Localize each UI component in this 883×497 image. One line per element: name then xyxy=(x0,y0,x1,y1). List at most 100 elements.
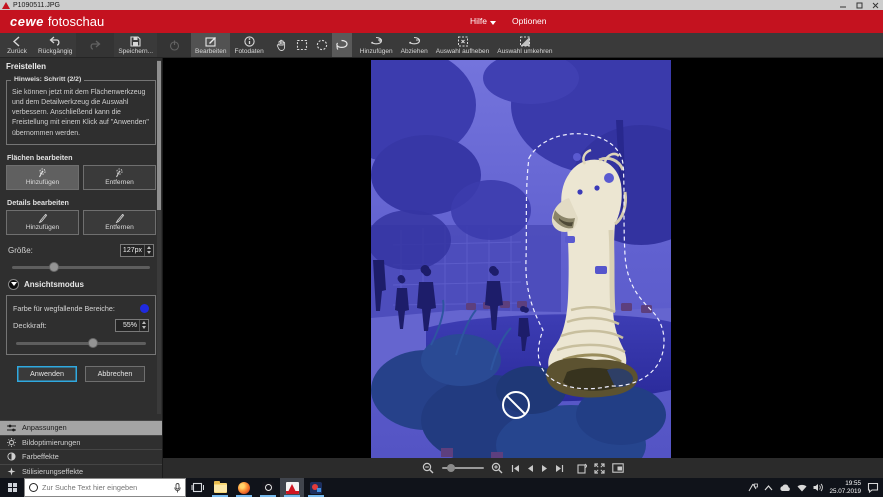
section-stilisierungseffekte[interactable]: Stilisierungseffekte xyxy=(0,464,162,479)
pen-add-icon xyxy=(37,213,48,223)
viewmode-groupbox: Farbe für wegfallende Bereiche: Deckkraf… xyxy=(6,295,156,355)
taskbar-firefox[interactable] xyxy=(232,478,256,497)
network-icon[interactable] xyxy=(797,484,807,492)
cewe-app-icon xyxy=(2,2,10,9)
opacity-spinner[interactable]: 55% xyxy=(115,319,149,332)
photodata-button[interactable]: Fotodaten xyxy=(230,33,267,57)
section-bildoptimierungen[interactable]: Bildoptimierungen xyxy=(0,435,162,450)
invert-selection-icon xyxy=(519,36,531,47)
brush-remove-icon xyxy=(114,168,125,178)
pen-input-icon[interactable] xyxy=(748,483,758,492)
search-input[interactable] xyxy=(42,483,170,492)
brush-add-icon xyxy=(37,168,48,178)
effect-sections: Anpassungen Bildoptimierungen Farbeffekt… xyxy=(0,420,162,478)
surfaces-remove-button[interactable]: Entfernen xyxy=(83,165,156,190)
cancel-button[interactable]: Abbrechen xyxy=(85,366,145,382)
viewmode-title: Ansichtsmodus xyxy=(24,280,84,289)
action-center-icon[interactable] xyxy=(867,482,879,493)
taskbar-file-explorer[interactable] xyxy=(208,478,232,497)
size-spinner[interactable]: 127px xyxy=(120,244,154,257)
cortana-icon xyxy=(29,483,38,492)
size-slider-knob[interactable] xyxy=(49,262,59,272)
deselect-button[interactable]: Auswahl aufheben xyxy=(432,33,494,57)
opacity-value: 55% xyxy=(116,322,139,329)
upload-button xyxy=(157,33,191,57)
volume-icon[interactable] xyxy=(813,483,823,492)
zoom-slider-knob[interactable] xyxy=(447,464,455,472)
save-icon xyxy=(130,36,141,47)
image-canvas[interactable] xyxy=(163,58,883,478)
paint-icon xyxy=(310,482,322,494)
rect-select-tool-button[interactable] xyxy=(292,33,312,57)
section-anpassungen[interactable]: Anpassungen xyxy=(0,420,162,435)
brand-fotoschau: fotoschau xyxy=(48,14,104,29)
contrast-circle-icon xyxy=(7,452,16,461)
details-add-button[interactable]: Hinzufügen xyxy=(6,210,79,235)
restore-button[interactable] xyxy=(851,0,867,10)
minimize-button[interactable] xyxy=(835,0,851,10)
start-button[interactable] xyxy=(0,478,24,497)
selection-subtract-button[interactable]: Abziehen xyxy=(397,33,432,57)
lasso-tool-button[interactable] xyxy=(332,33,352,57)
spinner-arrows-icon[interactable] xyxy=(144,245,153,256)
onedrive-cloud-icon[interactable] xyxy=(779,484,791,492)
rotate-crop-button[interactable] xyxy=(576,463,587,474)
spinner-arrows-icon[interactable] xyxy=(139,320,148,331)
taskbar-clock[interactable]: 19:55 25.07.2019 xyxy=(829,480,861,496)
back-button[interactable]: Zurück xyxy=(0,33,34,57)
hint-text: Sie können jetzt mit dem Flächenwerkzeug… xyxy=(12,88,150,139)
zoom-out-button[interactable] xyxy=(422,462,435,475)
viewmode-collapse-icon[interactable] xyxy=(8,279,19,290)
window-title: P1090511.JPG xyxy=(13,2,60,9)
opacity-label: Deckkraft: xyxy=(13,321,47,330)
dropout-color-label: Farbe für wegfallende Bereiche: xyxy=(13,304,115,313)
menu-optionen[interactable]: Optionen xyxy=(512,16,547,26)
fullscreen-button[interactable] xyxy=(594,463,605,474)
taskbar-camera-app[interactable] xyxy=(256,478,280,497)
last-image-button[interactable] xyxy=(555,464,564,473)
surfaces-add-button[interactable]: Hinzufügen xyxy=(6,165,79,190)
brand-cewe: cewe xyxy=(10,14,44,29)
apply-button[interactable]: Anwenden xyxy=(17,366,77,382)
redo-icon xyxy=(88,40,102,51)
clock-time: 19:55 xyxy=(829,480,861,488)
photo-merlion[interactable] xyxy=(371,60,671,458)
taskbar-search[interactable] xyxy=(24,478,186,497)
size-label: Größe: xyxy=(8,246,33,255)
zoom-in-button[interactable] xyxy=(491,462,504,475)
undo-button[interactable]: Rückgängig xyxy=(34,33,76,57)
size-slider[interactable] xyxy=(12,266,150,269)
invert-selection-button[interactable]: Auswahl umkehren xyxy=(493,33,556,57)
task-view-button[interactable] xyxy=(186,478,208,497)
next-image-button[interactable] xyxy=(541,464,548,473)
panel-scrollbar[interactable] xyxy=(157,60,161,414)
prev-image-button[interactable] xyxy=(527,464,534,473)
canvas-toolbar xyxy=(163,458,883,478)
chevron-up-icon[interactable] xyxy=(764,485,773,491)
close-button[interactable] xyxy=(867,0,883,10)
menu-hilfe[interactable]: Hilfe xyxy=(470,16,496,26)
save-button[interactable]: Speichern... xyxy=(114,33,157,57)
taskbar-paint-app[interactable] xyxy=(304,478,328,497)
sun-icon xyxy=(7,438,16,447)
hand-icon xyxy=(276,39,287,51)
section-farbeffekte[interactable]: Farbeffekte xyxy=(0,449,162,464)
panel-scrollbar-thumb[interactable] xyxy=(157,61,161,210)
details-remove-button[interactable]: Entfernen xyxy=(83,210,156,235)
zoom-slider[interactable] xyxy=(442,467,484,469)
folder-icon xyxy=(214,483,227,493)
redo-button xyxy=(76,33,114,57)
fit-image-button[interactable] xyxy=(612,463,624,473)
opacity-slider-knob[interactable] xyxy=(88,338,98,348)
dropout-color-swatch[interactable] xyxy=(140,304,149,313)
pan-tool-button[interactable] xyxy=(272,33,292,57)
taskbar-cewe-fotoschau[interactable] xyxy=(280,478,304,497)
ellipse-select-tool-button[interactable] xyxy=(312,33,332,57)
opacity-slider[interactable] xyxy=(16,342,146,345)
edit-button[interactable]: Bearbeiten xyxy=(191,33,230,57)
first-image-button[interactable] xyxy=(511,464,520,473)
sliders-icon xyxy=(7,424,16,432)
selection-add-button[interactable]: Hinzufügen xyxy=(356,33,397,57)
chevron-left-icon xyxy=(11,36,23,47)
surfaces-label: Flächen bearbeiten xyxy=(7,153,155,162)
